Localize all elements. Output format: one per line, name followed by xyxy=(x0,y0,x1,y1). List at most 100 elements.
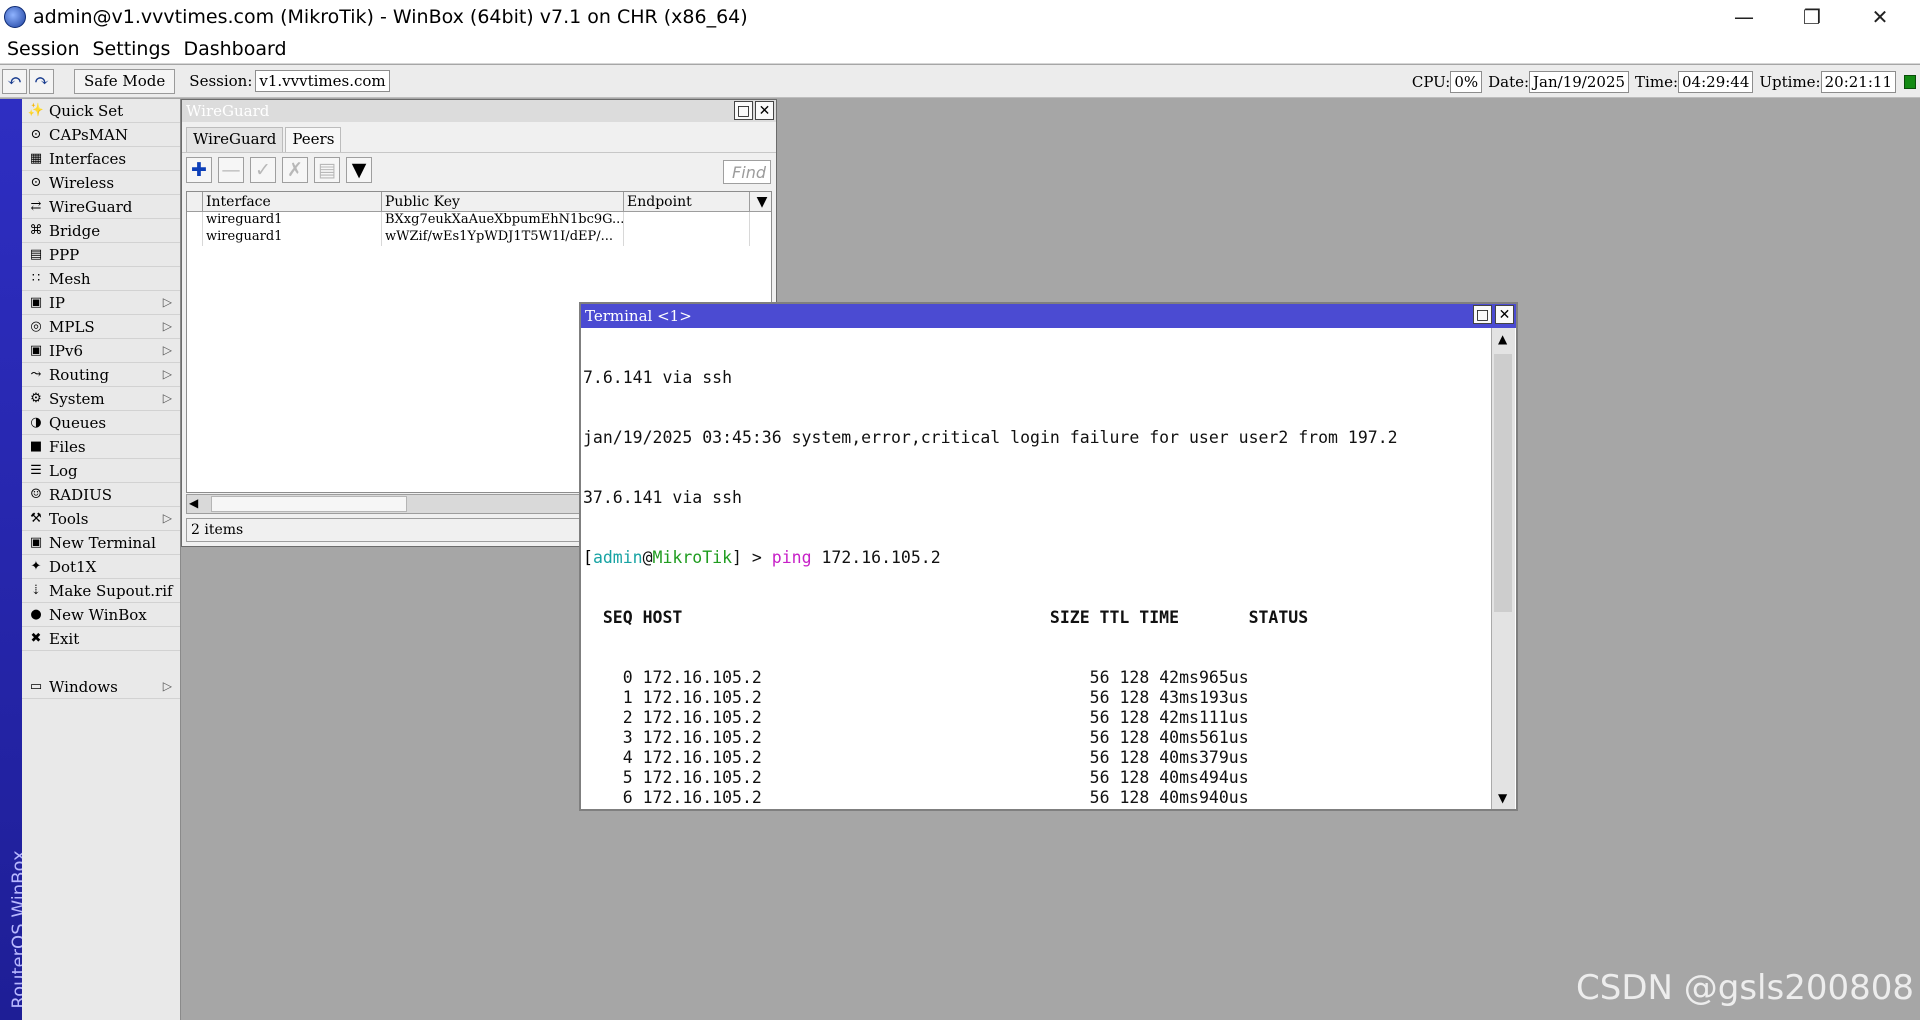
sidebar-item-make-supout-rif[interactable]: ⇣ Make Supout.rif xyxy=(22,579,180,603)
ping-row: 4 172.16.105.2 56 128 40ms379us xyxy=(583,748,1491,768)
sidebar-item-ppp[interactable]: ▤ PPP xyxy=(22,243,180,267)
ppp-icon: ▤ xyxy=(29,247,43,262)
table-row[interactable]: wireguard1 BXxg7eukXaAueXbpumEhN1bc9G... xyxy=(187,212,771,229)
sidebar-item-label: PPP xyxy=(49,245,80,264)
ping-host: 172.16.105.2 xyxy=(642,688,762,707)
scroll-down-icon[interactable]: ▼ xyxy=(1498,791,1507,805)
sidebar-item-label: RADIUS xyxy=(49,485,112,504)
cell-interface: wireguard1 xyxy=(203,212,382,229)
sidebar-item-routing[interactable]: ⤳ Routing ▷ xyxy=(22,363,180,387)
sidebar-item-wireguard[interactable]: ⇄ WireGuard xyxy=(22,195,180,219)
scroll-thumb[interactable] xyxy=(1494,354,1512,612)
menu-bar: Session Settings Dashboard xyxy=(0,34,1920,64)
redo-button[interactable]: ↷ xyxy=(29,68,54,94)
sidebar-item-interfaces[interactable]: ▦ Interfaces xyxy=(22,147,180,171)
maximize-icon[interactable]: □ xyxy=(734,101,753,120)
close-icon[interactable]: ✕ xyxy=(1495,305,1514,324)
comment-icon[interactable]: ▤ xyxy=(314,156,340,183)
scroll-left-icon[interactable]: ◀ xyxy=(189,496,198,510)
sidebar-item-queues[interactable]: ◑ Queues xyxy=(22,411,180,435)
minimize-button[interactable]: — xyxy=(1710,0,1778,34)
enable-check-icon[interactable]: ✓ xyxy=(250,156,276,183)
terminal-output[interactable]: 7.6.141 via ssh jan/19/2025 03:45:36 sys… xyxy=(583,328,1491,807)
terminal-line: jan/19/2025 03:45:36 system,error,critic… xyxy=(583,428,1398,447)
session-field[interactable]: v1.vvvtimes.com xyxy=(255,70,390,92)
safe-mode-button[interactable]: Safe Mode xyxy=(74,68,176,94)
wand-icon: ✨ xyxy=(27,103,45,118)
sidebar-item-new-terminal[interactable]: ▣ New Terminal xyxy=(22,531,180,555)
cpu-label: CPU: xyxy=(1411,72,1451,91)
column-chooser-icon[interactable]: ▼ xyxy=(750,192,771,211)
tab-wireguard[interactable]: WireGuard xyxy=(186,127,284,152)
add-icon[interactable]: ✚ xyxy=(186,156,212,183)
find-input[interactable]: Find xyxy=(723,160,771,184)
restore-button[interactable]: ❐ xyxy=(1778,0,1846,34)
sidebar-item-quick-set[interactable]: ✨ Quick Set xyxy=(22,99,180,123)
close-button[interactable]: ✕ xyxy=(1846,0,1914,34)
filter-icon[interactable]: ▼ xyxy=(346,156,372,183)
ping-row: 5 172.16.105.2 56 128 40ms494us xyxy=(583,768,1491,788)
column-public-key[interactable]: Public Key xyxy=(382,192,624,211)
wireguard-window-titlebar[interactable]: WireGuard □ ✕ xyxy=(182,100,776,122)
remove-icon[interactable]: — xyxy=(218,156,244,183)
sidebar-item-log[interactable]: ☰ Log xyxy=(22,459,180,483)
window-titlebar: admin@v1.vvvtimes.com (MikroTik) - WinBo… xyxy=(0,0,1920,34)
sidebar-item-mesh[interactable]: ∷ Mesh xyxy=(22,267,180,291)
close-icon[interactable]: ✕ xyxy=(755,101,774,120)
sidebar-item-wireless[interactable]: ⊙ Wireless xyxy=(22,171,180,195)
ping-host: 172.16.105.2 xyxy=(642,708,762,727)
table-row[interactable]: wireguard1 wWZif/wEs1YpWDJ1T5W1I/dEP/... xyxy=(187,229,771,246)
sidebar-item-label: MPLS xyxy=(49,317,95,336)
date-label: Date: xyxy=(1488,72,1530,91)
ping-ttl: 128 xyxy=(1119,688,1150,707)
sidebar-item-label: Routing xyxy=(49,365,110,384)
sidebar-item-label: System xyxy=(49,389,105,408)
sidebar-item-radius[interactable]: ☺ RADIUS xyxy=(22,483,180,507)
sidebar-item-label: Dot1X xyxy=(49,557,97,576)
sidebar-item-dot1x[interactable]: ✦ Dot1X xyxy=(22,555,180,579)
scroll-thumb[interactable] xyxy=(211,496,407,512)
menu-settings[interactable]: Settings xyxy=(93,38,171,60)
sidebar-item-windows[interactable]: ▭ Windows ▷ xyxy=(22,675,180,699)
menu-dashboard[interactable]: Dashboard xyxy=(183,38,286,60)
tab-peers[interactable]: Peers xyxy=(285,127,342,152)
column-interface[interactable]: Interface xyxy=(203,192,382,211)
prompt-at: @ xyxy=(642,548,653,567)
sidebar-item-new-winbox[interactable]: ● New WinBox xyxy=(22,603,180,627)
menu-session[interactable]: Session xyxy=(7,38,80,60)
sidebar-item-mpls[interactable]: ◎ MPLS ▷ xyxy=(22,315,180,339)
antenna-icon: ⊙ xyxy=(30,127,42,142)
sidebar-item-files[interactable]: ■ Files xyxy=(22,435,180,459)
ping-ttl: 128 xyxy=(1119,708,1150,727)
terminal-window-titlebar[interactable]: Terminal <1> □ ✕ xyxy=(581,304,1516,328)
ping-host: 172.16.105.2 xyxy=(642,788,762,807)
sidebar-item-label: Exit xyxy=(49,629,80,648)
maximize-icon[interactable]: □ xyxy=(1473,305,1492,324)
row-marker-header xyxy=(187,192,203,211)
cell-endpoint xyxy=(624,212,750,229)
sidebar-item-system[interactable]: ⚙ System ▷ xyxy=(22,387,180,411)
scroll-up-icon[interactable]: ▲ xyxy=(1498,332,1507,346)
uptime-label: Uptime: xyxy=(1759,72,1821,91)
sidebar-item-exit[interactable]: ✖ Exit xyxy=(22,627,180,651)
terminal-prompt: [admin@MikroTik] > ping 172.16.105.2 xyxy=(583,548,941,567)
sidebar-item-capsman[interactable]: ⊙ CAPsMAN xyxy=(22,123,180,147)
ping-seq: 1 xyxy=(622,688,633,707)
column-endpoint[interactable]: Endpoint xyxy=(624,192,750,211)
sidebar-item-tools[interactable]: ⚒ Tools ▷ xyxy=(22,507,180,531)
disable-cross-icon[interactable]: ✗ xyxy=(282,156,308,183)
wireguard-window-title: WireGuard xyxy=(186,102,270,120)
brand-strip: RouterOS WinBox xyxy=(0,99,30,1020)
sidebar-item-ipv6[interactable]: ▣ IPv6 ▷ xyxy=(22,339,180,363)
interfaces-icon: ▦ xyxy=(29,151,43,166)
sidebar-item-ip[interactable]: ▣ IP ▷ xyxy=(22,291,180,315)
sidebar-item-bridge[interactable]: ⌘ Bridge xyxy=(22,219,180,243)
prompt-user: admin xyxy=(592,548,643,567)
ping-time: 40ms494us xyxy=(1159,768,1249,787)
vertical-scrollbar[interactable]: ▲ ▼ xyxy=(1491,328,1515,809)
sidebar-item-label: Quick Set xyxy=(49,101,124,120)
ping-host: 172.16.105.2 xyxy=(642,768,762,787)
undo-button[interactable]: ↶ xyxy=(2,68,27,94)
cell-public-key: wWZif/wEs1YpWDJ1T5W1I/dEP/... xyxy=(382,229,624,246)
tools-icon: ⚒ xyxy=(30,511,42,526)
